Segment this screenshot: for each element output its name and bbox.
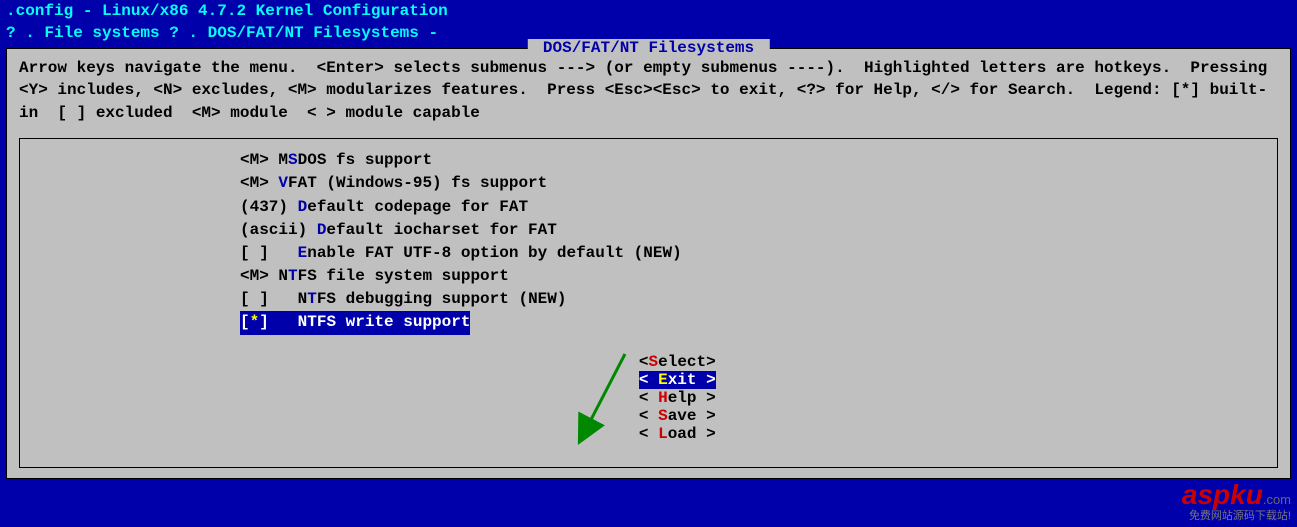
help-button[interactable]: < Help > [639, 389, 716, 407]
menu-item-iocharset[interactable]: (ascii) Default iocharset for FAT [240, 219, 1277, 242]
exit-button[interactable]: < Exit > [639, 371, 716, 389]
menu-panel: <M> MSDOS fs support <M> VFAT (Windows-9… [19, 138, 1278, 468]
menu-item-ntfs-write[interactable]: [*] NTFS write support [240, 311, 470, 334]
load-button[interactable]: < Load > [639, 425, 716, 443]
watermark: aspku.com 免费网站源码下载站! [1182, 479, 1291, 523]
menu-item-ntfs[interactable]: <M> NTFS file system support [240, 265, 1277, 288]
menu-item-codepage[interactable]: (437) Default codepage for FAT [240, 196, 1277, 219]
menu-item-fat-utf8[interactable]: [ ] Enable FAT UTF-8 option by default (… [240, 242, 1277, 265]
menu-item-msdos[interactable]: <M> MSDOS fs support [240, 149, 1277, 172]
save-button[interactable]: < Save > [639, 407, 716, 425]
main-panel: DOS/FAT/NT Filesystems Arrow keys naviga… [6, 48, 1291, 479]
menu-list: <M> MSDOS fs support <M> VFAT (Windows-9… [20, 147, 1277, 335]
button-bar: <Select> < Exit > < Help > < Save > < Lo… [20, 335, 1277, 461]
menu-item-vfat[interactable]: <M> VFAT (Windows-95) fs support [240, 172, 1277, 195]
menu-item-ntfs-debug[interactable]: [ ] NTFS debugging support (NEW) [240, 288, 1277, 311]
window-title: .config - Linux/x86 4.7.2 Kernel Configu… [0, 0, 1297, 22]
panel-title: DOS/FAT/NT Filesystems [527, 39, 769, 57]
help-text: Arrow keys navigate the menu. <Enter> se… [7, 49, 1290, 132]
select-button[interactable]: <Select> [639, 353, 716, 371]
